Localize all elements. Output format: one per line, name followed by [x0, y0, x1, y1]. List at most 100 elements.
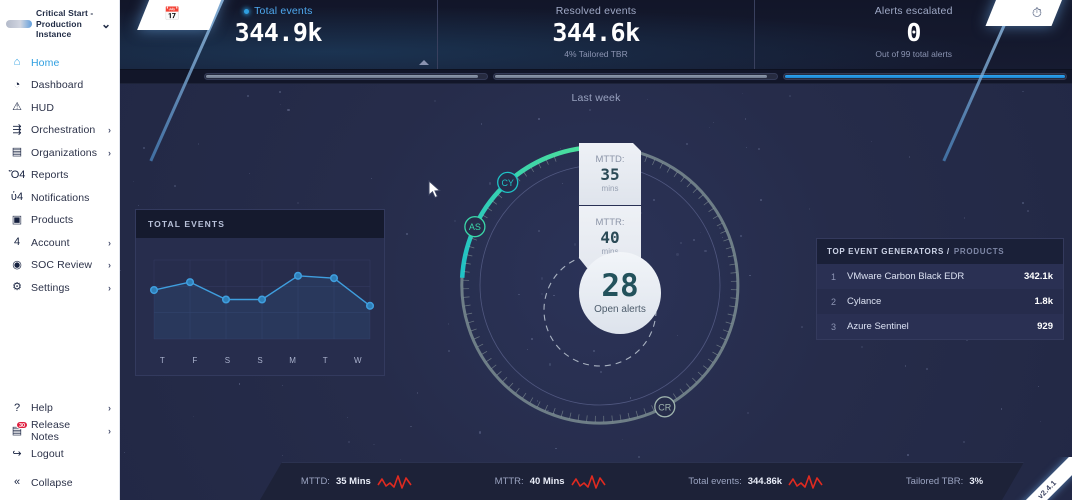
status-item-mttr: MTTR: 40 Mins — [495, 474, 607, 490]
sidebar-spacer — [0, 299, 119, 397]
generator-value: 342.1k — [1024, 271, 1053, 282]
kpi-sub: 4% Tailored TBR — [564, 49, 627, 59]
sidebar-item-label: Release Notes — [31, 419, 101, 443]
generator-rows: 1 VMware Carbon Black EDR 342.1k 2 Cylance 1.… — [817, 264, 1063, 339]
kpi-value: 344.9k — [235, 18, 322, 48]
kpi-strip: Total events 344.9k Resolved events 344.… — [120, 0, 1072, 70]
calendar-icon[interactable]: 📅 — [164, 6, 180, 22]
x-axis-tick: W — [341, 356, 374, 365]
sidebar-item-collapse[interactable]: « Collapse — [0, 472, 119, 495]
panel-header: TOP EVENT GENERATORS / PRODUCTS — [817, 239, 1063, 264]
progress-resolved-events — [493, 73, 777, 80]
progress-fill — [495, 75, 767, 78]
gauge-marker-as[interactable]: AS — [465, 217, 485, 237]
status-label: MTTD: — [301, 476, 330, 487]
home-icon: ⌂ — [10, 57, 24, 68]
caret-up-icon[interactable] — [419, 60, 429, 65]
sidebar-item-notifications[interactable]: ὑ4 Notifications — [0, 187, 119, 210]
logout-icon: ↪ — [10, 449, 24, 460]
org-switcher[interactable]: Critical Start - Production Instance ⌄ — [0, 0, 119, 50]
generator-rank: 1 — [831, 272, 847, 282]
generator-name: Azure Sentinel — [847, 321, 1037, 332]
sidebar-item-label: Settings — [31, 282, 70, 294]
status-label: Total events: — [688, 476, 741, 487]
x-axis-tick: M — [276, 356, 309, 365]
kpi-sub: Out of 99 total alerts — [875, 49, 952, 59]
generator-name: Cylance — [847, 296, 1035, 307]
card-title: TOTAL EVENTS — [148, 219, 225, 229]
eye-icon: ◉ — [10, 260, 24, 271]
gauge-icon[interactable]: ⏱ — [1032, 5, 1042, 21]
open-alerts-value: 28 — [601, 271, 638, 302]
sidebar-item-label: Notifications — [31, 192, 90, 204]
kpi-label: Alerts escalated — [875, 5, 953, 17]
sidebar-item-products[interactable]: ▣ Products — [0, 209, 119, 232]
progress-fill — [206, 75, 478, 78]
status-item-tailoredtbr: Tailored TBR: 3% — [906, 476, 983, 487]
mouse-cursor — [428, 180, 442, 200]
help-icon: ? — [10, 403, 24, 414]
kpi-resolved-events[interactable]: Resolved events 344.6k 4% Tailored TBR — [437, 0, 755, 69]
sidebar-item-home[interactable]: ⌂ Home — [0, 52, 119, 75]
sidebar-item-hud[interactable]: ⚠ HUD — [0, 97, 119, 120]
sidebar-item-release-notes[interactable]: 30 ▤ Release Notes › — [0, 420, 119, 443]
mttr-value: 40 — [600, 228, 619, 247]
generator-row[interactable]: 3 Azure Sentinel 929 — [817, 314, 1063, 339]
gauge-marker-cy[interactable]: CY — [498, 172, 518, 192]
gear-icon: ⚙ — [10, 282, 24, 293]
chevron-right-icon: › — [108, 426, 111, 436]
open-alerts-label: Open alerts — [594, 304, 646, 315]
sidebar-item-dashboard[interactable]: ◔ Dashboard — [0, 74, 119, 97]
x-axis-labels: TFSSMTW — [136, 356, 384, 365]
notification-badge: 30 — [16, 421, 28, 429]
sidebar-item-settings[interactable]: ⚙ Settings › — [0, 277, 119, 300]
chevron-right-icon: › — [108, 238, 111, 248]
status-label: Tailored TBR: — [906, 476, 963, 487]
kpi-label: Resolved events — [556, 5, 637, 17]
sidebar-item-label: Account — [31, 237, 70, 249]
mttd-value: 35 — [600, 165, 619, 184]
sidebar-item-account[interactable]: ὆4 Account › — [0, 232, 119, 255]
kpi-label: Total events — [254, 5, 312, 17]
sparkline-icon — [571, 474, 607, 490]
status-value: 40 Mins — [530, 476, 565, 487]
generator-row[interactable]: 2 Cylance 1.8k — [817, 289, 1063, 314]
sidebar-item-label: Orchestration — [31, 124, 95, 136]
version-text: v2.4.1 — [1036, 478, 1058, 500]
sidebar-item-reports[interactable]: Ὄ4 Reports — [0, 164, 119, 187]
sidebar-item-orchestration[interactable]: ⇶ Orchestration › — [0, 119, 119, 142]
x-axis-tick: S — [211, 356, 244, 365]
generator-name: VMware Carbon Black EDR — [847, 271, 1024, 282]
generator-row[interactable]: 1 VMware Carbon Black EDR 342.1k — [817, 264, 1063, 289]
generator-rank: 2 — [831, 297, 847, 307]
mttd-unit: mins — [602, 184, 619, 194]
progress-fill — [785, 75, 1065, 78]
sidebar-item-organizations[interactable]: ▤ Organizations › — [0, 142, 119, 165]
chevron-down-icon[interactable]: ⌄ — [101, 20, 111, 28]
panel-subtitle: PRODUCTS — [954, 247, 1005, 256]
kpi-progress-bars — [120, 70, 1072, 84]
brand-logo-icon — [6, 20, 32, 28]
gauge-marker-cr[interactable]: CR — [655, 397, 675, 417]
version-ribbon: v2.4.1 — [1015, 457, 1072, 500]
status-item-totalevents: Total events: 344.86k — [688, 474, 824, 490]
x-axis-tick: F — [179, 356, 212, 365]
warning-icon: ⚠ — [10, 102, 24, 113]
sidebar-item-soc-review[interactable]: ◉ SOC Review › — [0, 254, 119, 277]
sidebar-item-logout[interactable]: ↪ Logout — [0, 443, 119, 466]
mttd-plaque: MTTD: 35 mins — [579, 143, 641, 205]
bell-icon: ὑ4 — [10, 192, 24, 203]
open-alerts-bubble[interactable]: 28 Open alerts — [579, 252, 661, 334]
top-event-generators-panel: TOP EVENT GENERATORS / PRODUCTS 1 VMware … — [816, 238, 1064, 340]
chevron-right-icon: › — [108, 403, 111, 413]
card-header: TOTAL EVENTS — [136, 210, 384, 238]
mttd-label: MTTD: — [595, 154, 624, 165]
sidebar-item-label: Organizations — [31, 147, 97, 159]
sidebar-item-label: HUD — [31, 102, 54, 114]
sidebar-item-help[interactable]: ? Help › — [0, 397, 119, 420]
sparkline-icon — [377, 474, 413, 490]
chevron-right-icon: › — [108, 148, 111, 158]
main-canvas: Total events 344.9k Resolved events 344.… — [120, 0, 1072, 500]
chevron-right-icon: › — [108, 125, 111, 135]
user-icon: ὆4 — [10, 237, 24, 248]
